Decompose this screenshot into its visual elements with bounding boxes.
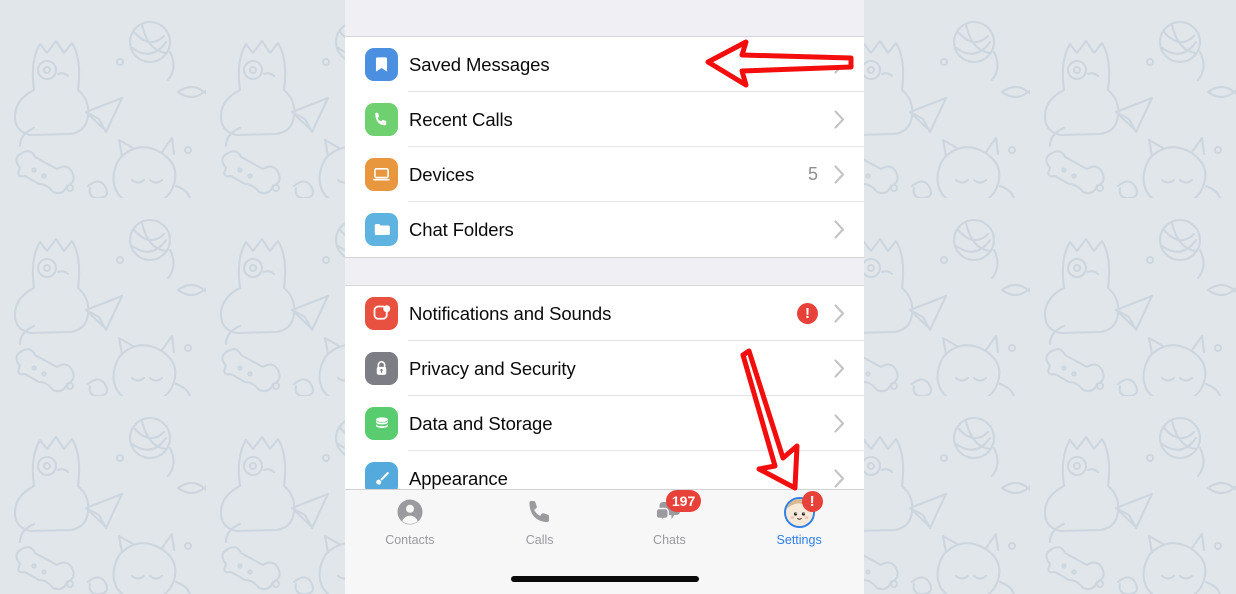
bookmark-icon <box>365 48 398 81</box>
tab-label: Chats <box>653 533 686 547</box>
settings-row-devices[interactable]: Devices 5 <box>345 147 864 202</box>
settings-row-data-and-storage[interactable]: Data and Storage <box>345 396 864 451</box>
tab-calls[interactable]: Calls <box>475 495 605 547</box>
chevron-right-icon <box>828 304 850 323</box>
section-gap-middle <box>345 257 864 286</box>
settings-row-label: Saved Messages <box>409 53 550 75</box>
tab-label: Contacts <box>385 533 435 547</box>
chat-bubbles-icon: 197 <box>654 490 702 529</box>
bell-icon <box>365 297 398 330</box>
chevron-right-icon <box>828 469 850 488</box>
settings-row-chat-folders[interactable]: Chat Folders <box>345 202 864 257</box>
unread-count-badge: 197 <box>665 490 702 512</box>
section-gap-top <box>345 0 864 37</box>
settings-row-label: Recent Calls <box>409 108 513 130</box>
chevron-right-icon <box>828 220 850 239</box>
chevron-right-icon <box>828 55 850 74</box>
desktop-background: Saved Messages Recent Calls Devices 5 Ch… <box>0 0 1236 594</box>
settings-row-privacy-and-security[interactable]: Privacy and Security <box>345 341 864 396</box>
settings-row-label: Data and Storage <box>409 412 553 434</box>
settings-row-label: Chat Folders <box>409 218 514 240</box>
settings-row-saved-messages[interactable]: Saved Messages <box>345 37 864 92</box>
chevron-right-icon <box>828 359 850 378</box>
settings-group-preferences: Notifications and Sounds ! Privacy and S… <box>345 286 864 506</box>
status-badge: ! <box>797 303 818 324</box>
tab-label: Settings <box>776 533 822 547</box>
phone-handset-icon <box>526 495 554 529</box>
settings-row-notifications-and-sounds[interactable]: Notifications and Sounds ! <box>345 286 864 341</box>
chevron-right-icon <box>828 110 850 129</box>
tab-settings[interactable]: ! Settings <box>734 491 864 547</box>
folder-icon <box>365 213 398 246</box>
settings-row-value: 5 <box>807 164 818 184</box>
avatar-icon: ! <box>783 491 823 529</box>
lock-icon <box>365 352 398 385</box>
settings-row-label: Notifications and Sounds <box>409 302 612 324</box>
settings-row-label: Privacy and Security <box>409 357 576 379</box>
settings-alert-badge: ! <box>801 491 823 512</box>
tab-label: Calls <box>525 533 554 547</box>
home-indicator <box>510 576 699 582</box>
settings-row-recent-calls[interactable]: Recent Calls <box>345 92 864 147</box>
settings-group-personal: Saved Messages Recent Calls Devices 5 Ch… <box>345 37 864 257</box>
settings-row-label: Appearance <box>409 467 508 489</box>
laptop-icon <box>365 158 398 191</box>
tab-chats[interactable]: 197 Chats <box>605 490 735 547</box>
person-icon <box>395 495 425 529</box>
database-icon <box>365 407 398 440</box>
phone-screen: Saved Messages Recent Calls Devices 5 Ch… <box>345 0 864 594</box>
chevron-right-icon <box>828 165 850 184</box>
settings-row-label: Devices <box>409 163 475 185</box>
phone-icon <box>365 103 398 136</box>
tab-bar: Contacts Calls 197 Chats ! Settings <box>345 489 864 594</box>
tab-contacts[interactable]: Contacts <box>345 495 475 547</box>
chevron-right-icon <box>828 414 850 433</box>
